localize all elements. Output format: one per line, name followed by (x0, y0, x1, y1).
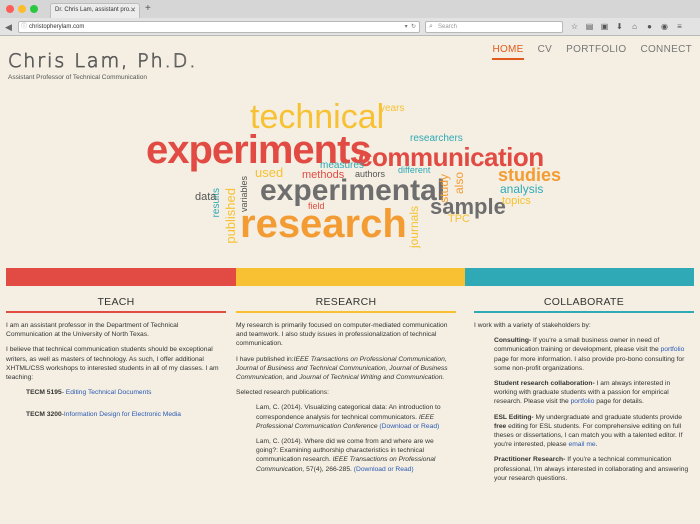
teal-bar (465, 268, 694, 286)
site-subtitle: Assistant Professor of Technical Communi… (8, 74, 147, 81)
maximize-window-button[interactable] (30, 5, 38, 13)
selected-publications-label: Selected research publications: (236, 389, 329, 397)
esl-editing-item: ESL Editing- My undergraduate and gradua… (494, 413, 694, 450)
course-item: TECM 3200-Information Design for Electro… (26, 410, 226, 419)
portfolio-link[interactable]: portfolio (661, 346, 685, 353)
student-research-item: Student research collaboration- I am alw… (494, 379, 694, 407)
chat-icon[interactable]: ● (645, 21, 654, 33)
cloud-word: TPC (448, 213, 470, 225)
publication-item: Lam, C. (2014). Where did we come from a… (256, 437, 456, 474)
nav-portfolio[interactable]: PORTFOLIO (566, 44, 626, 60)
practitioner-research-item: Practitioner Research- If you're a techn… (494, 455, 694, 483)
collaborate-rule (474, 311, 694, 313)
cloud-word: research (240, 202, 407, 246)
menu-icon[interactable]: ≡ (675, 21, 684, 33)
bookmark-star-icon[interactable]: ☆ (570, 21, 579, 33)
collaborate-heading: COLLABORATE (543, 296, 625, 308)
research-paragraph: My research is primarily focused on comp… (236, 322, 448, 348)
nav-home[interactable]: HOME (492, 44, 524, 60)
consulting-text: page for more information. I also provid… (494, 355, 685, 372)
research-section: RESEARCH My research is primarily focuse… (236, 296, 456, 480)
close-window-button[interactable] (6, 5, 14, 13)
collaborate-section: COLLABORATE I work with a variety of sta… (474, 296, 694, 489)
download-link[interactable]: (Download or Read) (379, 423, 439, 430)
toolbar-icons: ☆ ▤ ▣ ⬇ ⌂ ● ◉ ≡ (570, 21, 684, 33)
window-controls (6, 5, 38, 13)
research-heading: RESEARCH (315, 296, 377, 308)
cloud-word: years (380, 103, 405, 114)
cloud-word: data (195, 191, 217, 203)
search-placeholder: Search (438, 24, 458, 30)
reload-icon[interactable]: ▾ ↻ (405, 22, 416, 32)
nav-cv[interactable]: CV (538, 44, 553, 60)
course-link[interactable]: Information Design for Electronic Media (64, 411, 181, 418)
back-icon[interactable]: ◀ (5, 21, 12, 33)
publication-item: Lam, C. (2014). Visualizing categorical … (256, 403, 456, 431)
word-cloud-image: technical years experiments researchers … (140, 96, 561, 258)
publication-citation: Lam, C. (2014). Visualizing categorical … (256, 404, 441, 421)
cloud-word: also (452, 172, 466, 195)
practitioner-research-label: Practitioner Research- (494, 456, 566, 464)
home-icon[interactable]: ⌂ (630, 21, 639, 33)
student-research-label: Student research collaboration- (494, 380, 595, 388)
esl-text: . (595, 441, 598, 449)
esl-text: My undergraduate and graduate students p… (533, 413, 682, 421)
site-info-icon[interactable]: ⓘ (21, 22, 27, 32)
course-item: TECM 5195- Editing Technical Documents (26, 388, 226, 397)
lock-icon[interactable]: ▣ (600, 21, 609, 33)
esl-editing-label: ESL Editing- (494, 413, 534, 421)
email-link[interactable]: email me (569, 441, 596, 448)
site-logo[interactable]: Chris Lam, Ph.D. (8, 50, 197, 73)
tab-bar: Dr. Chris Lam, assistant pro... ✕ + (0, 0, 700, 18)
student-research-text: page for details. (594, 398, 644, 406)
minimize-window-button[interactable] (18, 5, 26, 13)
cloud-word: topics (502, 195, 531, 207)
close-tab-icon[interactable]: ✕ (130, 4, 136, 17)
publication-pages: 57(4), 266-285. (304, 465, 354, 473)
main-nav: HOME CV PORTFOLIO CONNECT (492, 44, 692, 60)
browser-tab[interactable]: Dr. Chris Lam, assistant pro... ✕ (50, 3, 140, 18)
reading-list-icon[interactable]: ▤ (585, 21, 594, 33)
teach-section: TEACH I am an assistant professor in the… (6, 296, 226, 432)
tab-title: Dr. Chris Lam, assistant pro... (55, 7, 135, 13)
teach-rule (6, 311, 226, 313)
teach-heading: TEACH (97, 296, 135, 308)
new-tab-icon[interactable]: + (145, 4, 151, 14)
journal-last: Journal of Technical Writing and Communi… (299, 374, 445, 382)
research-publications-paragraph: I have published in:IEEE Transactions on… (236, 355, 456, 383)
teach-paragraph: I believe that technical communication s… (6, 346, 219, 382)
course-link[interactable]: Editing Technical Documents (66, 389, 152, 396)
red-bar (6, 268, 236, 286)
navigation-toolbar: ◀ ⓘ christopherylam.com ▾ ↻ ⌕ Search ☆ ▤… (0, 18, 700, 36)
url-text: christopherylam.com (29, 24, 85, 30)
download-link[interactable]: (Download or Read) (354, 466, 414, 473)
consulting-item: Consulting- If you're a small business o… (494, 336, 694, 373)
portfolio-link[interactable]: portfolio (571, 398, 595, 405)
search-icon: ⌕ (429, 23, 433, 30)
consulting-label: Consulting- (494, 337, 532, 345)
url-bar[interactable]: ⓘ christopherylam.com ▾ ↻ (18, 21, 420, 33)
research-rule (236, 311, 456, 313)
published-in-label: I have published in: (236, 355, 294, 363)
cloud-word: published (223, 188, 238, 244)
cloud-word: analysis (500, 182, 544, 196)
color-divider (6, 268, 694, 286)
and-text: and (284, 374, 300, 382)
download-icon[interactable]: ⬇ (615, 21, 624, 33)
esl-free-text: free (494, 422, 507, 430)
teach-paragraph: I am an assistant professor in the Depar… (6, 322, 179, 339)
extension-icon[interactable]: ◉ (660, 21, 669, 33)
cloud-word: journals (407, 206, 421, 249)
course-code: TECM 5195 (26, 389, 62, 397)
course-code: TECM 3200 (26, 411, 62, 419)
collaborate-intro: I work with a variety of stakeholders by… (474, 322, 591, 329)
nav-connect[interactable]: CONNECT (640, 44, 692, 60)
search-input[interactable]: ⌕ Search (425, 21, 563, 33)
browser-chrome: Dr. Chris Lam, assistant pro... ✕ + ◀ ⓘ … (0, 0, 700, 36)
yellow-bar (236, 268, 465, 286)
